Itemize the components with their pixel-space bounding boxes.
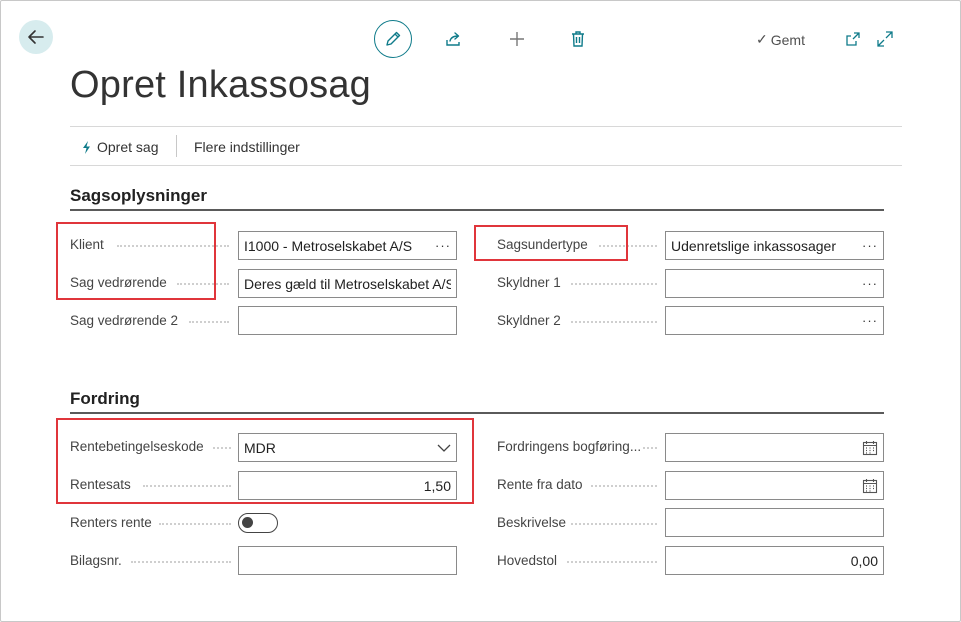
claim-posting-date-label: Fordringens bogføring... [497,439,642,454]
dotted-leader [567,561,657,563]
action-bar: Opret sag Flere indstillinger [70,126,902,166]
principal-value: 0,00 [850,552,878,569]
compound-interest-toggle[interactable] [238,513,278,533]
more-settings-action[interactable]: Flere indstillinger [194,139,300,155]
create-case-label: Opret sag [97,139,159,155]
case-regarding-2-label: Sag vedrørende 2 [70,313,179,328]
case-regarding-value: Deres gæld til Metroselskabet A/S [244,275,451,292]
lookup-ellipsis-icon[interactable]: ··· [858,276,878,291]
checkmark-icon: ✓ [756,31,768,47]
interest-terms-code-label: Rentebetingelseskode [70,439,204,454]
open-in-new-window-icon [846,32,860,46]
interest-from-date-field[interactable] [665,471,884,500]
compound-interest-label: Renters rente [70,515,152,530]
dotted-leader [117,245,229,247]
dotted-leader [571,523,657,525]
debtor-1-field[interactable]: ··· [665,269,884,298]
chevron-down-icon [437,444,451,452]
principal-field[interactable]: 0,00 [665,546,884,575]
interest-rate-label: Rentesats [70,477,131,492]
interest-rate-field[interactable]: 1,50 [238,471,457,500]
lookup-ellipsis-icon[interactable]: ··· [431,238,451,253]
client-value: I1000 - Metroselskabet A/S [244,237,413,254]
pencil-icon [386,31,401,46]
description-label: Beskrivelse [497,515,567,530]
document-no-field[interactable] [238,546,457,575]
action-divider [176,135,177,157]
saved-label: Gemt [770,31,805,48]
lightning-icon [83,140,90,154]
saved-status: ✓ Gemt [756,31,805,48]
dotted-leader [643,447,657,449]
lookup-ellipsis-icon[interactable]: ··· [858,313,878,328]
calendar-icon[interactable] [862,440,878,456]
dotted-leader [599,245,657,247]
section-divider [70,209,884,211]
section-title-claim: Fordring [70,389,140,408]
page-title: Opret Inkassosag [70,64,372,106]
dotted-leader [177,283,229,285]
calendar-icon[interactable] [862,478,878,494]
case-regarding-label: Sag vedrørende [70,275,167,290]
share-button[interactable] [442,28,466,50]
document-no-label: Bilagsnr. [70,553,122,568]
arrow-left-icon [28,30,44,44]
client-field[interactable]: I1000 - Metroselskabet A/S ··· [238,231,457,260]
interest-rate-value: 1,50 [423,477,451,494]
interest-terms-code-value: MDR [244,439,276,456]
claim-posting-date-field[interactable] [665,433,884,462]
dotted-leader [159,523,231,525]
interest-terms-code-select[interactable]: MDR [238,433,457,462]
back-button[interactable] [19,20,53,54]
expand-icon [877,31,893,47]
dotted-leader [131,561,231,563]
dotted-leader [591,485,657,487]
edit-button[interactable] [374,20,412,58]
dotted-leader [571,321,657,323]
interest-from-date-label: Rente fra dato [497,477,583,492]
expand-button[interactable] [875,29,895,49]
case-subtype-label: Sagsundertype [497,237,588,252]
dotted-leader [189,321,229,323]
page-frame: ✓ Gemt Opret Inkassosag Opret sag Flere … [0,0,961,622]
plus-icon [510,32,524,46]
client-label: Klient [70,237,104,252]
case-regarding-field[interactable]: Deres gæld til Metroselskabet A/S [238,269,457,298]
section-title-case-info: Sagsoplysninger [70,186,207,205]
principal-label: Hovedstol [497,553,558,568]
case-regarding-2-field[interactable] [238,306,457,335]
debtor-1-label: Skyldner 1 [497,275,561,290]
section-divider [70,412,884,414]
dotted-leader [571,283,657,285]
debtor-2-field[interactable]: ··· [665,306,884,335]
trash-icon [572,31,584,47]
description-field[interactable] [665,508,884,537]
debtor-2-label: Skyldner 2 [497,313,561,328]
lookup-ellipsis-icon[interactable]: ··· [858,238,878,253]
share-icon [446,32,460,46]
delete-button[interactable] [567,28,589,50]
more-settings-label: Flere indstillinger [194,139,300,155]
dotted-leader [143,485,231,487]
new-button[interactable] [505,28,529,50]
dotted-leader [213,447,231,449]
open-new-window-button[interactable] [843,29,863,49]
create-case-action[interactable]: Opret sag [82,139,158,155]
case-subtype-field[interactable]: Udenretslige inkassosager ··· [665,231,884,260]
case-subtype-value: Udenretslige inkassosager [671,237,836,254]
toggle-knob [242,517,253,528]
